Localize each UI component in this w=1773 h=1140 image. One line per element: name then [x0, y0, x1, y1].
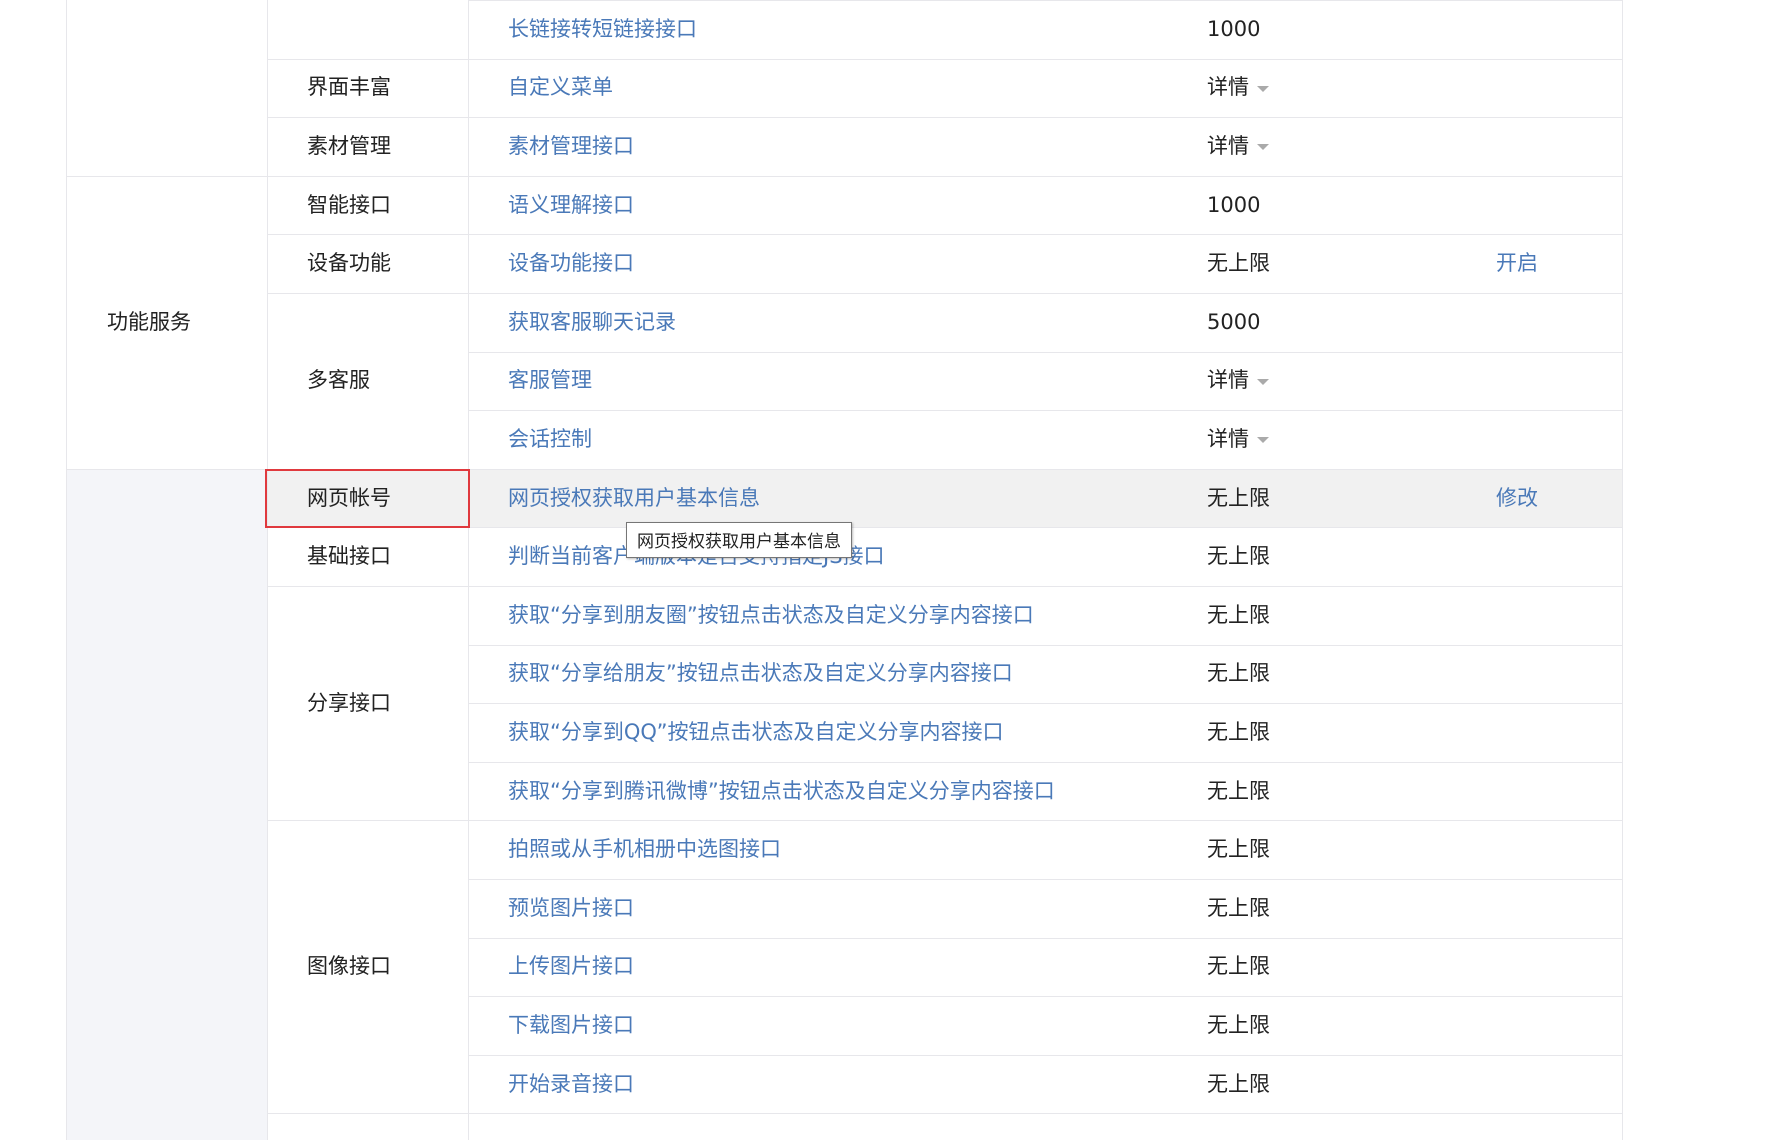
quota-value: 无上限 — [1207, 703, 1567, 762]
quota-value: 无上限 — [1207, 996, 1567, 1055]
api-link[interactable]: 自定义菜单 — [468, 59, 1207, 118]
quota-value: 无上限 — [1207, 527, 1567, 586]
quota-value: 无上限 — [1207, 879, 1567, 938]
caret-down-icon[interactable] — [1257, 85, 1269, 92]
api-permissions-table: 推广支持功能服务长链接转短链接接口1000界面丰富自定义菜单详情素材管理素材管理… — [66, 0, 1623, 1140]
api-link-text[interactable]: 自定义菜单 — [508, 77, 613, 98]
api-link[interactable]: 语义理解接口 — [468, 176, 1207, 235]
tooltip: 网页授权获取用户基本信息 — [626, 522, 852, 558]
quota-details-dropdown[interactable]: 详情 — [1207, 117, 1567, 176]
subcategory-label: 设备功能 — [307, 251, 391, 276]
quota-text: 详情 — [1207, 426, 1249, 451]
caret-down-icon[interactable] — [1257, 144, 1269, 151]
api-link[interactable]: 网页授权获取用户基本信息 — [468, 469, 1207, 528]
quota-value: 无上限 — [1207, 762, 1567, 821]
api-link[interactable]: 会话控制 — [468, 410, 1207, 469]
caret-down-icon[interactable] — [1257, 437, 1269, 444]
quota-value: 无上限 — [1207, 586, 1567, 645]
quota-text: 无上限 — [1207, 1071, 1270, 1096]
api-link-text[interactable]: 长链接转短链接接口 — [508, 18, 697, 40]
api-link[interactable]: 获取客服聊天记录 — [468, 293, 1207, 352]
quota-text: 1000 — [1207, 16, 1261, 41]
api-link-text[interactable]: 获取“分享给朋友”按钮点击状态及自定义分享内容接口 — [508, 663, 1013, 684]
quota-text: 5000 — [1207, 309, 1261, 334]
api-link[interactable]: 下载图片接口 — [468, 996, 1207, 1055]
category-divider — [67, 469, 267, 470]
subcategory-label: 分享接口 — [307, 690, 391, 715]
subcategory-label: 基础接口 — [307, 544, 391, 569]
subcategory-label: 界面丰富 — [307, 75, 391, 100]
subcategory-label: 智能接口 — [307, 192, 391, 217]
quota-text: 详情 — [1207, 75, 1249, 100]
quota-text: 无上限 — [1207, 954, 1270, 979]
quota-text: 无上限 — [1207, 544, 1270, 569]
api-link-text[interactable]: 拍照或从手机相册中选图接口 — [508, 839, 781, 860]
subcategory-label: 图像接口 — [307, 954, 391, 979]
api-link-text[interactable]: 素材管理接口 — [508, 135, 634, 157]
api-link-text[interactable]: 网页授权获取用户基本信息 — [508, 487, 760, 509]
quota-text: 无上限 — [1207, 485, 1270, 510]
quota-text: 1000 — [1207, 192, 1261, 217]
quota-details-dropdown[interactable]: 详情 — [1207, 352, 1567, 411]
quota-value: 1000 — [1207, 176, 1567, 235]
api-link[interactable]: 拍照或从手机相册中选图接口 — [468, 820, 1207, 879]
api-link-text[interactable]: 获取“分享到QQ”按钮点击状态及自定义分享内容接口 — [508, 721, 1003, 743]
subcategory-label: 多客服 — [307, 368, 370, 393]
api-link-text[interactable]: 上传图片接口 — [508, 956, 634, 977]
operation-link[interactable]: 开启 — [1467, 234, 1567, 293]
category-label: 功能服务 — [107, 309, 191, 334]
quota-text: 无上限 — [1207, 719, 1270, 744]
quota-text: 详情 — [1207, 133, 1249, 158]
quota-text: 无上限 — [1207, 1012, 1270, 1037]
api-link[interactable]: 获取“分享给朋友”按钮点击状态及自定义分享内容接口 — [468, 645, 1207, 704]
api-link-text[interactable]: 获取客服聊天记录 — [508, 311, 676, 333]
quota-value: 无上限 — [1207, 938, 1567, 997]
quota-value: 1000 — [1207, 0, 1567, 59]
api-link[interactable]: 获取“分享到腾讯微博”按钮点击状态及自定义分享内容接口 — [468, 762, 1207, 821]
api-link-text[interactable]: 开始录音接口 — [508, 1073, 634, 1095]
category-cell-bg — [67, 468, 267, 1140]
api-link-text[interactable]: 语义理解接口 — [508, 194, 634, 216]
api-link[interactable]: 开始录音接口 — [468, 1055, 1207, 1114]
api-link[interactable]: 获取“分享到朋友圈”按钮点击状态及自定义分享内容接口 — [468, 586, 1207, 645]
api-link-text[interactable]: 获取“分享到腾讯微博”按钮点击状态及自定义分享内容接口 — [508, 780, 1055, 802]
highlight-box — [265, 468, 470, 529]
quota-text: 详情 — [1207, 368, 1249, 393]
api-link-text[interactable]: 客服管理 — [508, 370, 592, 391]
quota-text: 无上限 — [1207, 837, 1270, 862]
api-link-text[interactable]: 预览图片接口 — [508, 897, 634, 919]
quota-details-dropdown[interactable]: 详情 — [1207, 59, 1567, 118]
quota-text: 无上限 — [1207, 895, 1270, 920]
subcategory-label: 素材管理 — [307, 133, 391, 158]
quota-text: 无上限 — [1207, 661, 1270, 686]
quota-details-dropdown[interactable]: 详情 — [1207, 410, 1567, 469]
api-link-text[interactable]: 下载图片接口 — [508, 1014, 634, 1036]
quota-value: 无上限 — [1207, 1055, 1567, 1114]
api-link-text[interactable]: 设备功能接口 — [508, 253, 634, 274]
api-link[interactable]: 获取“分享到QQ”按钮点击状态及自定义分享内容接口 — [468, 703, 1207, 762]
quota-value: 5000 — [1207, 293, 1567, 352]
quota-value: 无上限 — [1207, 820, 1567, 879]
quota-text: 无上限 — [1207, 778, 1270, 803]
api-link[interactable]: 上传图片接口 — [468, 938, 1207, 997]
api-link[interactable]: 长链接转短链接接口 — [468, 0, 1207, 59]
api-link-text[interactable]: 获取“分享到朋友圈”按钮点击状态及自定义分享内容接口 — [508, 604, 1034, 626]
quota-text: 无上限 — [1207, 251, 1270, 276]
api-link[interactable]: 素材管理接口 — [468, 117, 1207, 176]
operation-link[interactable]: 修改 — [1467, 469, 1567, 528]
api-link[interactable]: 客服管理 — [468, 352, 1207, 411]
api-link-text[interactable]: 会话控制 — [508, 428, 592, 450]
caret-down-icon[interactable] — [1257, 378, 1269, 385]
quota-text: 无上限 — [1207, 602, 1270, 627]
quota-value: 无上限 — [1207, 645, 1567, 704]
api-link[interactable]: 设备功能接口 — [468, 234, 1207, 293]
api-link[interactable]: 预览图片接口 — [468, 879, 1207, 938]
